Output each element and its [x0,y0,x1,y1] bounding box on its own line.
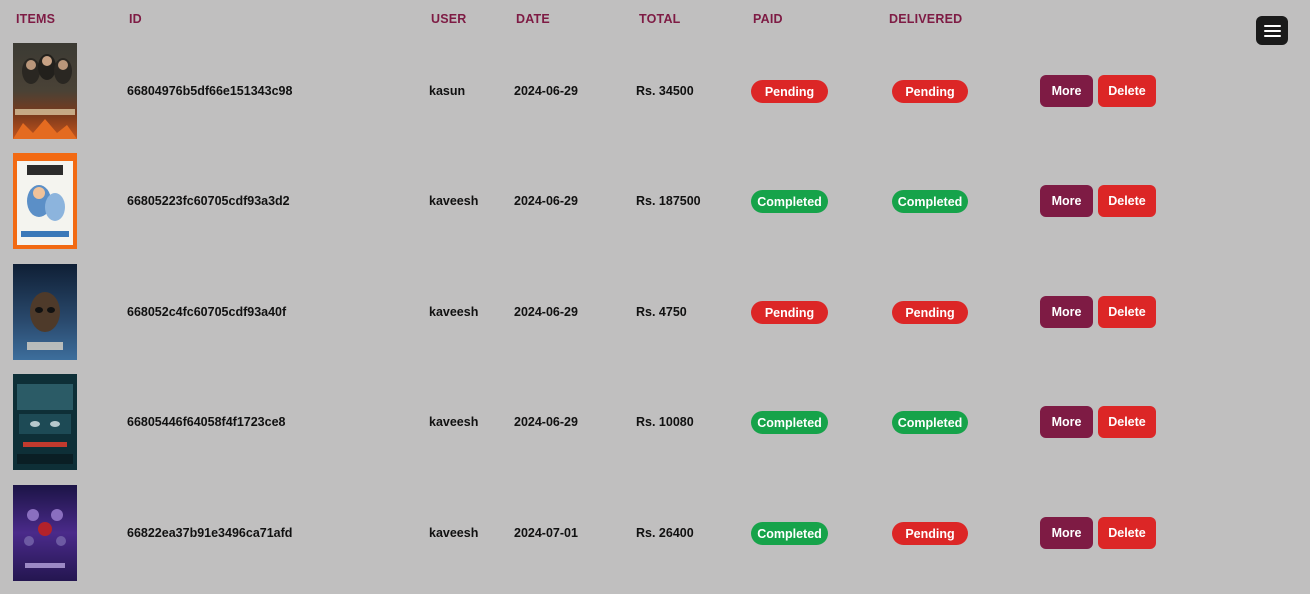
table-row: 66822ea37b91e3496ca71afd kaveesh 2024-07… [0,485,1310,581]
table-row: 66805446f64058f4f1723ce8 kaveesh 2024-06… [0,374,1310,470]
order-date: 2024-06-29 [514,194,578,208]
header-user: USER [431,12,467,26]
header-paid: PAID [753,12,783,26]
order-id: 66805446f64058f4f1723ce8 [127,415,286,429]
delete-button[interactable]: Delete [1098,517,1156,549]
avatar-poster [13,153,77,249]
paid-status-badge: Pending [751,80,828,103]
more-button[interactable]: More [1040,296,1093,328]
order-id: 66805223fc60705cdf93a3d2 [127,194,290,208]
order-user: kaveesh [429,194,479,208]
order-total: Rs. 187500 [636,194,701,208]
table-row: 66804976b5df66e151343c98 kasun 2024-06-2… [0,43,1310,139]
table-row: 66805223fc60705cdf93a3d2 kaveesh 2024-06… [0,153,1310,249]
more-button[interactable]: More [1040,406,1093,438]
order-user: kaveesh [429,526,479,540]
delivered-status-badge: Completed [892,411,968,434]
delete-button[interactable]: Delete [1098,406,1156,438]
delete-button[interactable]: Delete [1098,296,1156,328]
table-row: 668052c4fc60705cdf93a40f kaveesh 2024-06… [0,264,1310,360]
header-id: ID [129,12,142,26]
delivered-status-badge: Pending [892,80,968,103]
delivered-status-badge: Pending [892,301,968,324]
order-total: Rs. 34500 [636,84,694,98]
order-date: 2024-06-29 [514,415,578,429]
header-total: TOTAL [639,12,681,26]
paid-status-badge: Pending [751,301,828,324]
order-total: Rs. 10080 [636,415,694,429]
more-button[interactable]: More [1040,75,1093,107]
order-id: 66804976b5df66e151343c98 [127,84,293,98]
order-id: 66822ea37b91e3496ca71afd [127,526,293,540]
hamburger-menu-icon [1263,24,1281,27]
avengers-endgame-poster [13,485,77,581]
order-user: kaveesh [429,415,479,429]
delivered-status-badge: Pending [892,522,968,545]
supernatural-poster [13,43,77,139]
delivered-status-badge: Completed [892,190,968,213]
hamburger-menu-icon-bar [1263,34,1281,37]
order-total: Rs. 26400 [636,526,694,540]
order-user: kaveesh [429,305,479,319]
paid-status-badge: Completed [751,522,828,545]
order-date: 2024-07-01 [514,526,578,540]
alien-poster [13,264,77,360]
more-button[interactable]: More [1040,517,1093,549]
order-id: 668052c4fc60705cdf93a40f [127,305,287,319]
header-date: DATE [516,12,550,26]
order-date: 2024-06-29 [514,305,578,319]
more-button[interactable]: More [1040,185,1093,217]
hamburger-menu-button[interactable] [1256,16,1288,45]
header-delivered: DELIVERED [889,12,963,26]
order-date: 2024-06-29 [514,84,578,98]
delete-button[interactable]: Delete [1098,185,1156,217]
delete-button[interactable]: Delete [1098,75,1156,107]
paid-status-badge: Completed [751,411,828,434]
order-user: kasun [429,84,466,98]
header-items: ITEMS [16,12,56,26]
paid-status-badge: Completed [751,190,828,213]
order-total: Rs. 4750 [636,305,687,319]
knock-knock-poster [13,374,77,470]
hamburger-menu-icon-bar [1263,29,1281,32]
